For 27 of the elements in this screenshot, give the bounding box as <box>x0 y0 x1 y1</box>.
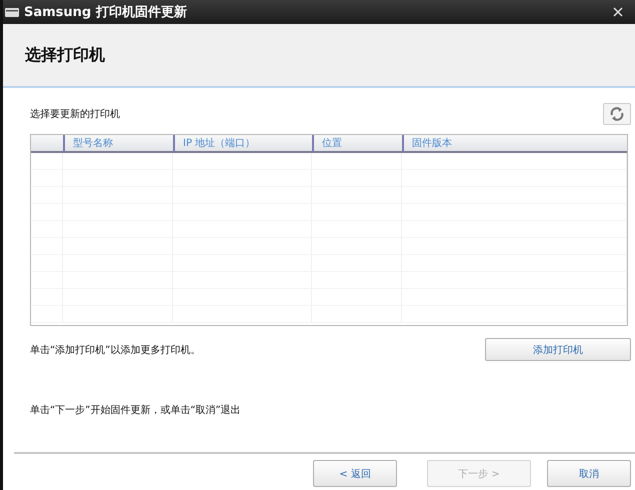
wizard-button[interactable]: < 返回 <box>313 460 397 487</box>
column-header: IP 地址（端口） <box>173 135 312 153</box>
table-cell <box>31 238 63 255</box>
wizard-button[interactable]: 取消 <box>547 460 631 487</box>
add-hint-text: 单击“添加打印机”以添加更多打印机。 <box>30 344 200 356</box>
table-cell <box>31 306 63 323</box>
table-cell <box>31 187 63 204</box>
column-header: 型号名称 <box>63 135 173 153</box>
table-cell <box>31 221 63 238</box>
refresh-button[interactable] <box>603 103 631 125</box>
table-cell <box>31 170 63 187</box>
table-cell <box>31 153 63 170</box>
instruction-text: 选择要更新的打印机 <box>30 108 120 121</box>
table-cell <box>31 289 63 306</box>
column-header: 位置 <box>312 135 402 153</box>
add-printer-button[interactable]: 添加打印机 <box>485 338 631 361</box>
refresh-icon <box>609 106 625 122</box>
column-header <box>31 135 63 153</box>
table-cell <box>31 255 63 272</box>
close-icon <box>613 7 623 17</box>
column-header: 固件版本 <box>402 135 627 153</box>
window-title: Samsung 打印机固件更新 <box>24 4 187 21</box>
table-cell <box>31 204 63 221</box>
table-cell <box>31 272 63 289</box>
page-title: 选择打印机 <box>25 44 105 66</box>
printer-icon <box>4 6 20 18</box>
next-hint-text: 单击“下一步”开始固件更新，或单击“取消”退出 <box>30 404 241 417</box>
